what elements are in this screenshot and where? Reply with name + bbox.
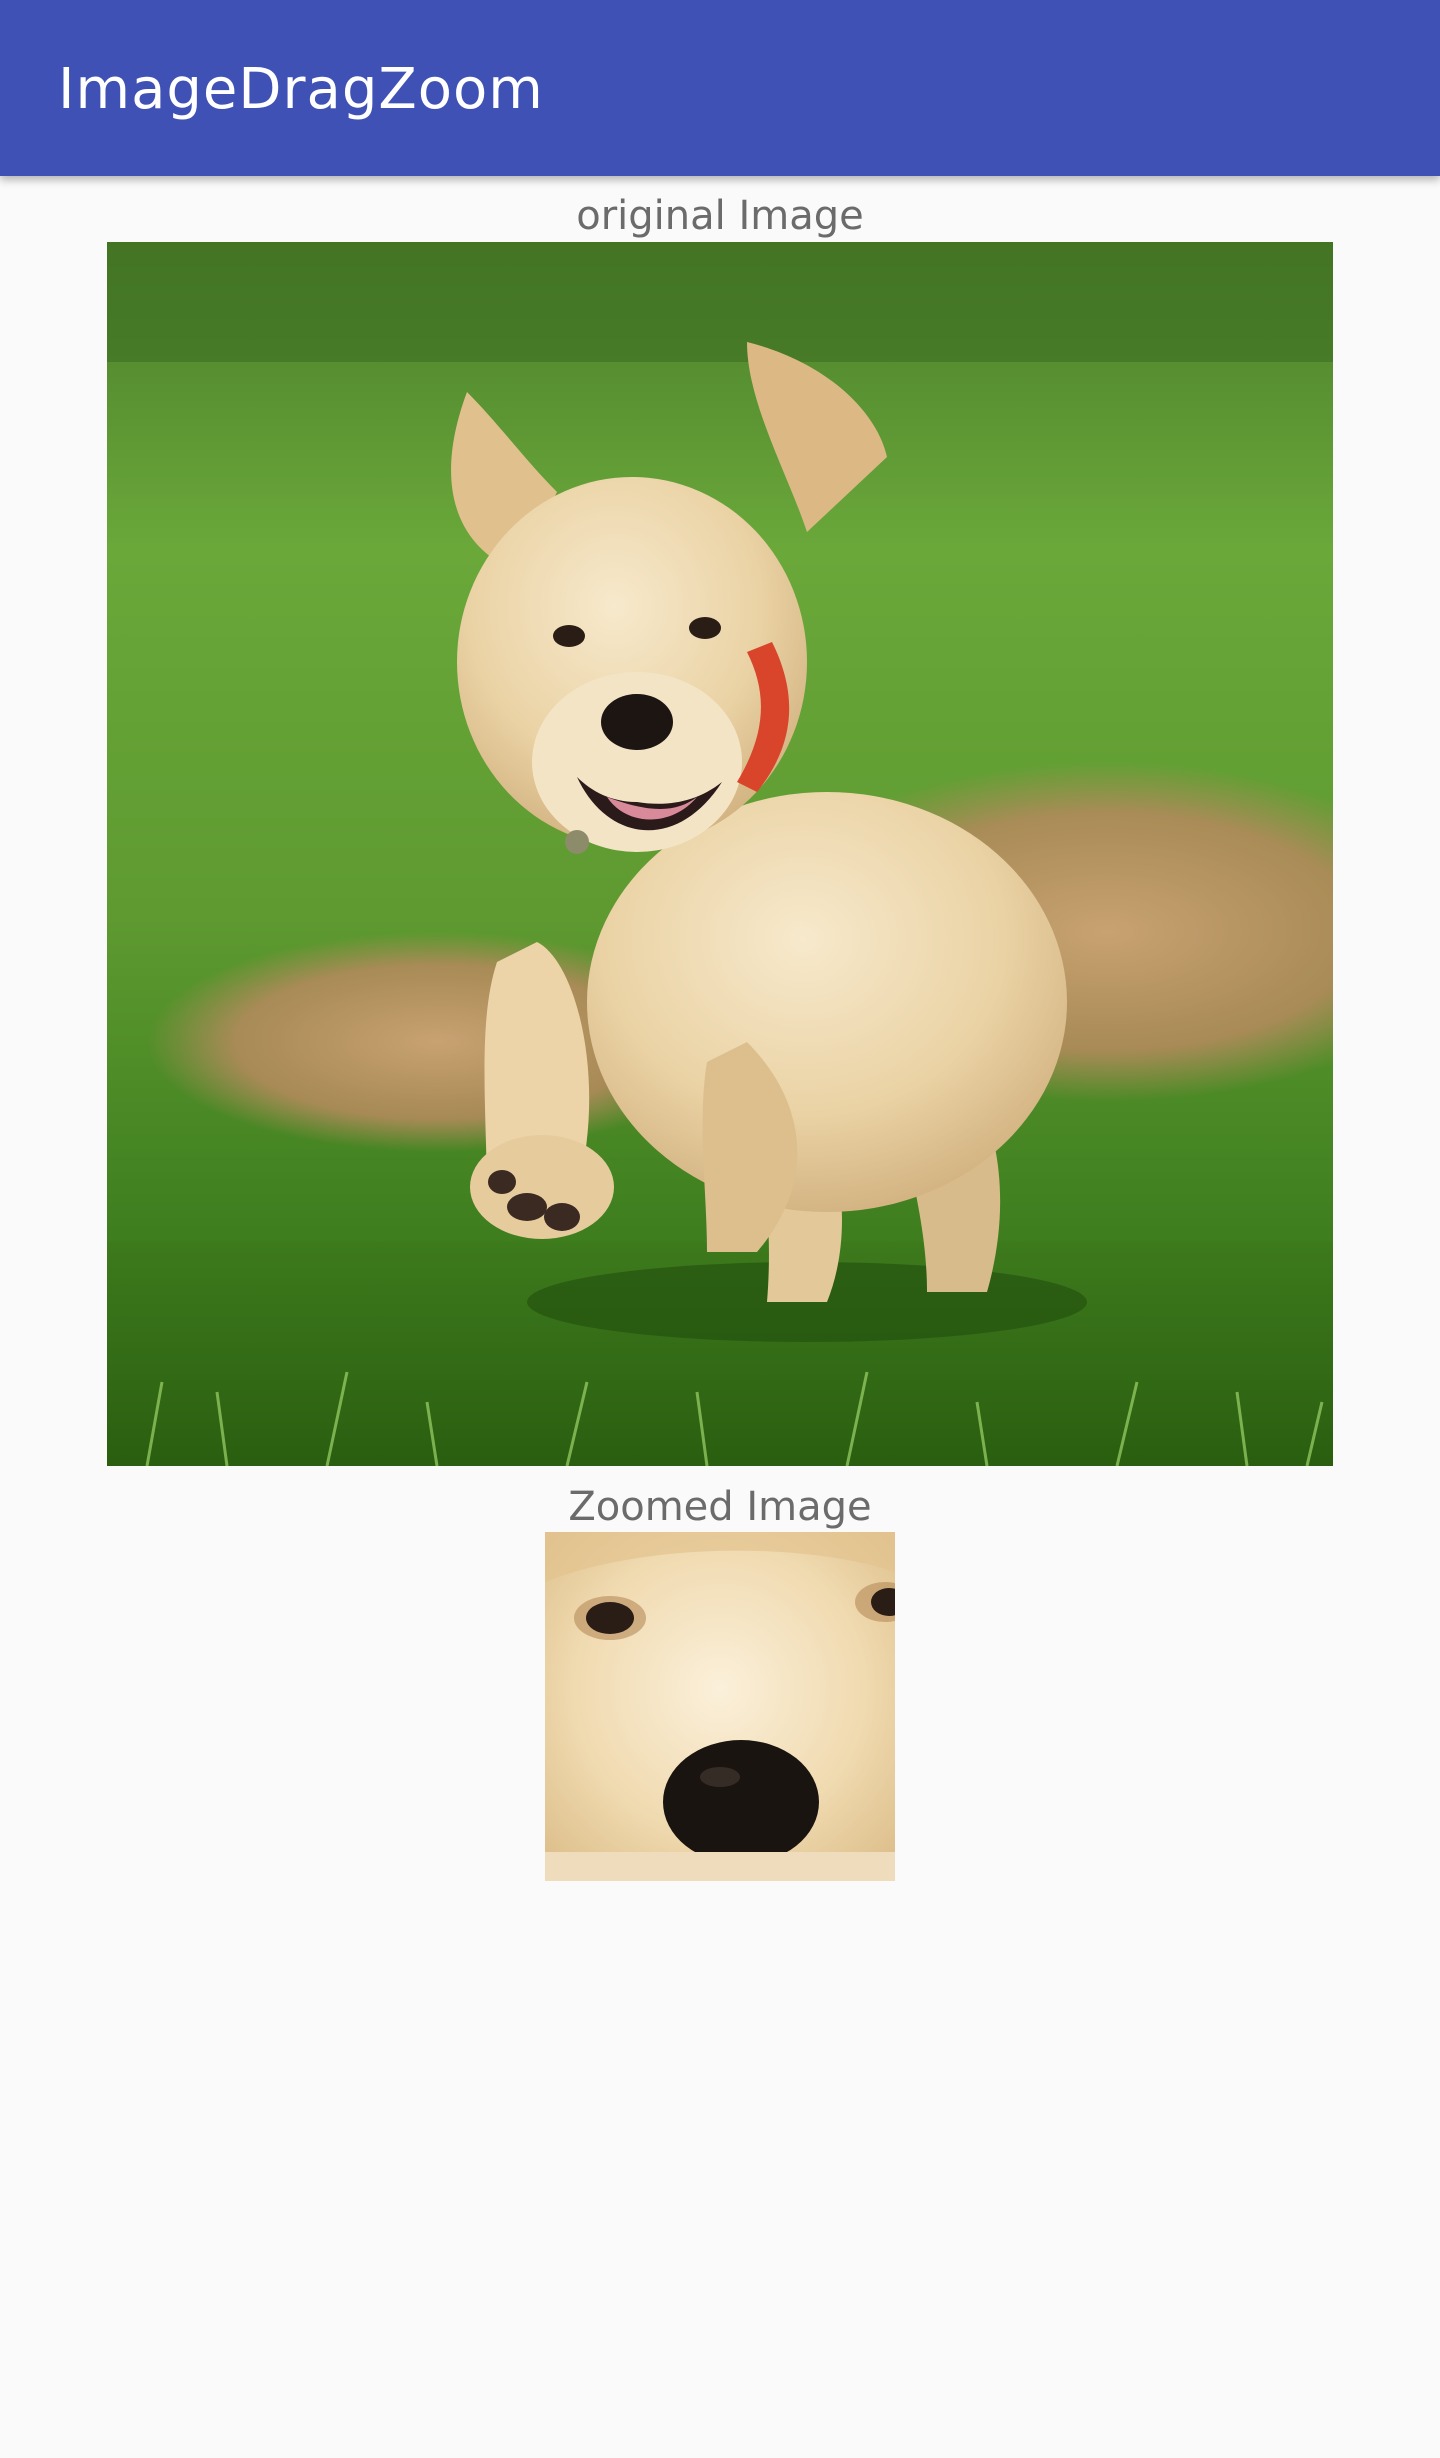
zoomed-image	[545, 1532, 895, 1881]
puppy-photo	[107, 242, 1333, 1466]
puppy-face-zoom	[545, 1532, 895, 1881]
original-image-caption: original Image	[576, 193, 864, 239]
zoomed-image-caption: Zoomed Image	[568, 1484, 872, 1530]
original-image[interactable]	[107, 242, 1333, 1466]
app-title: ImageDragZoom	[58, 57, 544, 122]
app-bar: ImageDragZoom	[0, 0, 1440, 176]
